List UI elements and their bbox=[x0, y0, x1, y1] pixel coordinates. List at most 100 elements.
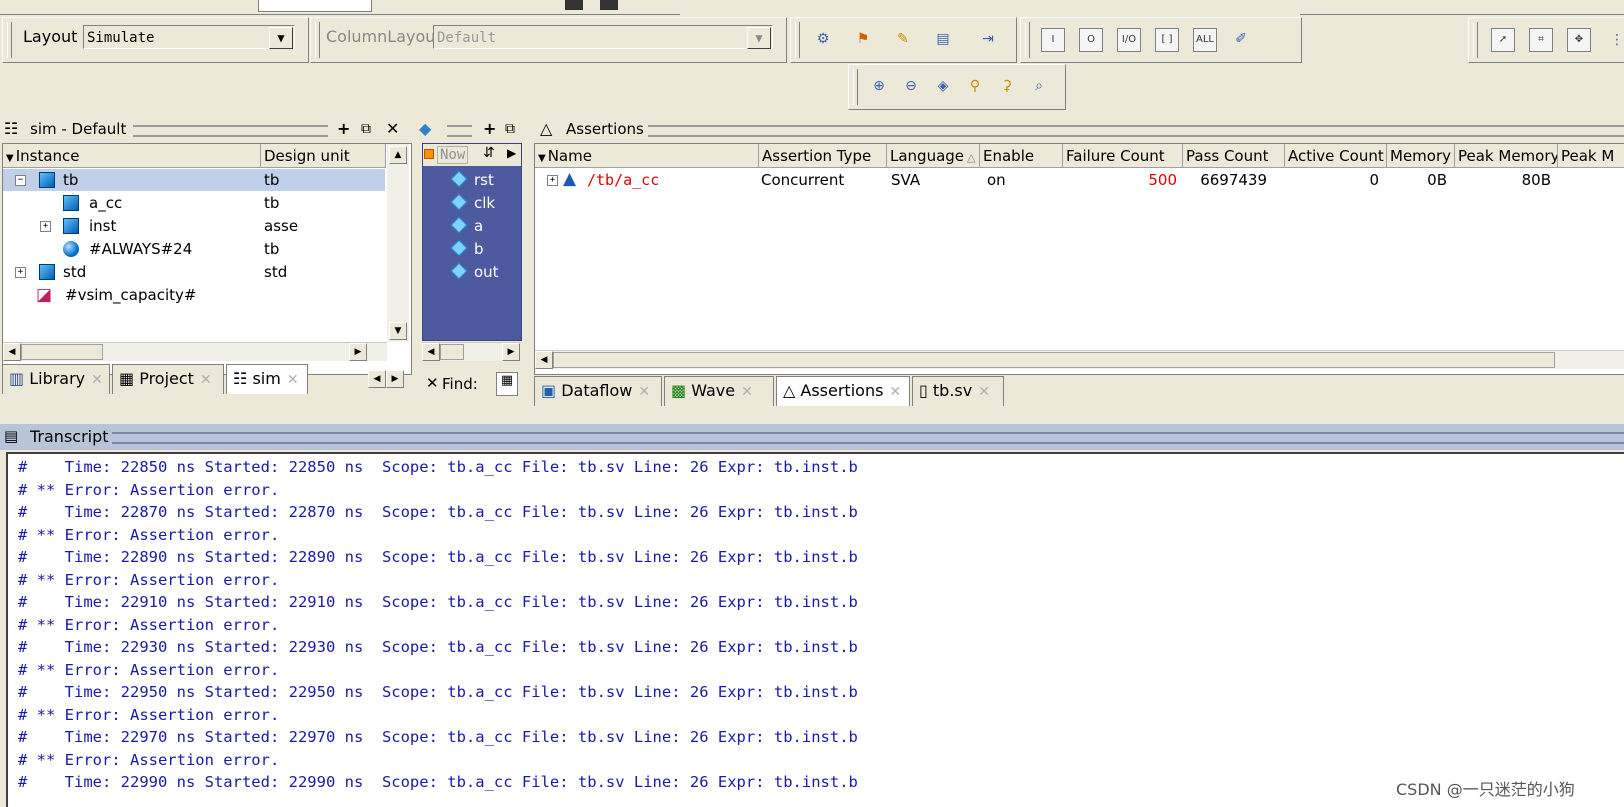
filter-in-button[interactable]: I bbox=[1041, 28, 1065, 52]
signal-item[interactable]: out bbox=[450, 262, 499, 281]
close-icon[interactable]: ✕ bbox=[889, 384, 901, 400]
col-header-language[interactable]: Language △ bbox=[887, 144, 980, 168]
col-header-enable[interactable]: Enable bbox=[980, 144, 1063, 168]
toolbar-top-icon-2[interactable] bbox=[600, 0, 618, 10]
move-icon[interactable]: ✥ bbox=[1567, 28, 1591, 52]
wave-add-icon[interactable]: ⇵ bbox=[483, 145, 495, 161]
close-icon[interactable]: ✕ bbox=[200, 372, 212, 388]
add-icon[interactable]: + bbox=[337, 116, 350, 142]
title-grip[interactable] bbox=[447, 125, 472, 137]
col-header-assertion-type[interactable]: Assertion Type bbox=[759, 144, 887, 168]
collapse-icon[interactable]: − bbox=[15, 175, 26, 186]
zoom-cursor-icon[interactable]: ⚲ bbox=[963, 74, 987, 98]
tree-row[interactable]: + inst asse bbox=[3, 215, 385, 237]
toolbar-grip[interactable] bbox=[1025, 22, 1030, 58]
col-header-peak-memory[interactable]: Peak Memory bbox=[1455, 144, 1558, 168]
find-options-icon[interactable]: ▦ bbox=[496, 372, 518, 396]
tab-project[interactable]: ▦ Project ✕ bbox=[112, 364, 224, 394]
tree-row[interactable]: − tb tb bbox=[3, 169, 385, 191]
scroll-left-button[interactable]: ◀ bbox=[422, 343, 440, 361]
more-icon[interactable]: ⋮ bbox=[1605, 28, 1624, 52]
toolbar-top-field[interactable] bbox=[258, 0, 372, 12]
close-icon[interactable]: ✕ bbox=[91, 372, 103, 388]
zoom-in-icon[interactable]: ⊕ bbox=[867, 74, 891, 98]
instance-header[interactable]: ▼ Instance bbox=[3, 144, 261, 168]
col-header-failure-count[interactable]: Failure Count bbox=[1063, 144, 1183, 168]
tab-scroll-right[interactable]: ▶ bbox=[386, 370, 404, 388]
tool-icon-6[interactable]: ✐ bbox=[1229, 27, 1253, 51]
zoom-last-icon[interactable]: ⌕ bbox=[1027, 74, 1051, 98]
filter-out-button[interactable]: O bbox=[1079, 28, 1103, 52]
toolbar-grip[interactable] bbox=[315, 22, 320, 58]
scroll-up-button[interactable]: ▲ bbox=[389, 146, 407, 164]
tool-icon-4[interactable]: ▤ bbox=[931, 27, 955, 51]
chevron-down-icon[interactable]: ▼ bbox=[747, 27, 771, 49]
close-icon[interactable]: ✕ bbox=[386, 116, 399, 142]
toolbar-grip[interactable] bbox=[7, 22, 12, 58]
filter-inout-button[interactable]: I/O bbox=[1117, 28, 1141, 52]
signal-item[interactable]: clk bbox=[450, 193, 495, 212]
assertions-hscroll[interactable]: ◀ bbox=[535, 350, 1624, 369]
expand-icon[interactable]: + bbox=[547, 175, 558, 186]
signal-item[interactable]: a bbox=[450, 216, 483, 235]
tab-dataflow[interactable]: ▣ Dataflow ✕ bbox=[534, 376, 662, 406]
filter-internal-button[interactable]: [ ] bbox=[1155, 28, 1179, 52]
scroll-down-button[interactable]: ▼ bbox=[389, 322, 407, 340]
tab-tb-sv[interactable]: ▯ tb.sv ✕ bbox=[912, 376, 1004, 406]
col-header-peak-m[interactable]: Peak M bbox=[1558, 144, 1624, 168]
close-icon[interactable]: ✕ bbox=[287, 372, 299, 388]
transcript-body[interactable]: # Time: 22850 ns Started: 22850 ns Scope… bbox=[6, 452, 1624, 807]
table-row[interactable]: + ▲ /tb/a_cc Concurrent SVA on 500 66974… bbox=[535, 169, 1624, 191]
signal-item[interactable]: rst bbox=[450, 170, 494, 189]
zoom-range-icon[interactable]: ⚳ bbox=[995, 74, 1019, 98]
design-unit-header[interactable]: Design unit bbox=[261, 144, 386, 168]
col-header-active-count[interactable]: Active Count bbox=[1285, 144, 1387, 168]
title-grip[interactable] bbox=[648, 125, 1624, 137]
toolbar-grip[interactable] bbox=[795, 22, 800, 58]
select-cursor-icon[interactable]: ➚ bbox=[1491, 28, 1515, 52]
col-header-name[interactable]: ▼ Name bbox=[535, 144, 759, 168]
tab-library[interactable]: ▥ Library ✕ bbox=[2, 364, 110, 394]
tool-icon-1[interactable]: ⚙ bbox=[811, 27, 835, 51]
zoom-out-icon[interactable]: ⊖ bbox=[899, 74, 923, 98]
scroll-thumb[interactable] bbox=[440, 344, 464, 360]
sim-hscroll[interactable]: ◀ ▶ bbox=[3, 342, 387, 361]
close-icon[interactable]: ✕ bbox=[638, 384, 650, 400]
toolbar-grip[interactable] bbox=[1473, 22, 1478, 58]
col-header-pass-count[interactable]: Pass Count bbox=[1183, 144, 1285, 168]
scroll-thumb[interactable] bbox=[553, 352, 1555, 368]
tab-sim[interactable]: ☷ sim ✕ bbox=[226, 364, 308, 394]
chevron-down-icon[interactable]: ▼ bbox=[269, 27, 293, 49]
undock-icon[interactable]: ⧉ bbox=[505, 116, 515, 142]
column-layout-select[interactable]: Default ▼ bbox=[433, 25, 773, 49]
close-icon[interactable]: ✕ bbox=[978, 384, 990, 400]
scroll-left-button[interactable]: ◀ bbox=[535, 351, 553, 369]
col-header-memory[interactable]: Memory bbox=[1387, 144, 1455, 168]
chevron-right-icon[interactable]: ▶ bbox=[507, 146, 516, 160]
title-grip[interactable] bbox=[133, 125, 328, 137]
undock-icon[interactable]: ⧉ bbox=[361, 116, 371, 142]
scroll-thumb[interactable] bbox=[21, 344, 103, 360]
sim-vscroll[interactable]: ▲ ▼ bbox=[387, 144, 409, 342]
toolbar-top-icon[interactable] bbox=[565, 0, 583, 10]
zoom-full-icon[interactable]: ◈ bbox=[931, 74, 955, 98]
tree-row[interactable]: ◪ #vsim_capacity# bbox=[3, 284, 385, 306]
tree-row[interactable]: #ALWAYS#24 tb bbox=[3, 238, 385, 260]
expand-icon[interactable]: + bbox=[40, 221, 51, 232]
toolbar-grip[interactable] bbox=[853, 69, 858, 105]
tab-scroll-left[interactable]: ◀ bbox=[368, 370, 386, 388]
add-icon[interactable]: + bbox=[483, 116, 496, 142]
signal-item[interactable]: b bbox=[450, 239, 484, 258]
tab-assertions[interactable]: △ Assertions ✕ bbox=[776, 376, 910, 406]
scroll-right-button[interactable]: ▶ bbox=[502, 343, 520, 361]
scroll-right-button[interactable]: ▶ bbox=[349, 343, 367, 361]
objects-hscroll[interactable]: ◀ ▶ bbox=[422, 342, 520, 361]
tool-icon-5[interactable]: ⇥ bbox=[976, 27, 1000, 51]
scroll-left-button[interactable]: ◀ bbox=[3, 343, 21, 361]
tool-icon-2[interactable]: ⚑ bbox=[851, 27, 875, 51]
close-icon[interactable]: ✕ bbox=[426, 374, 439, 392]
layout-select[interactable]: Simulate ▼ bbox=[83, 25, 295, 49]
tab-wave[interactable]: ▩ Wave ✕ bbox=[664, 376, 774, 406]
expand-icon[interactable]: + bbox=[15, 267, 26, 278]
tree-row[interactable]: + std std bbox=[3, 261, 385, 283]
